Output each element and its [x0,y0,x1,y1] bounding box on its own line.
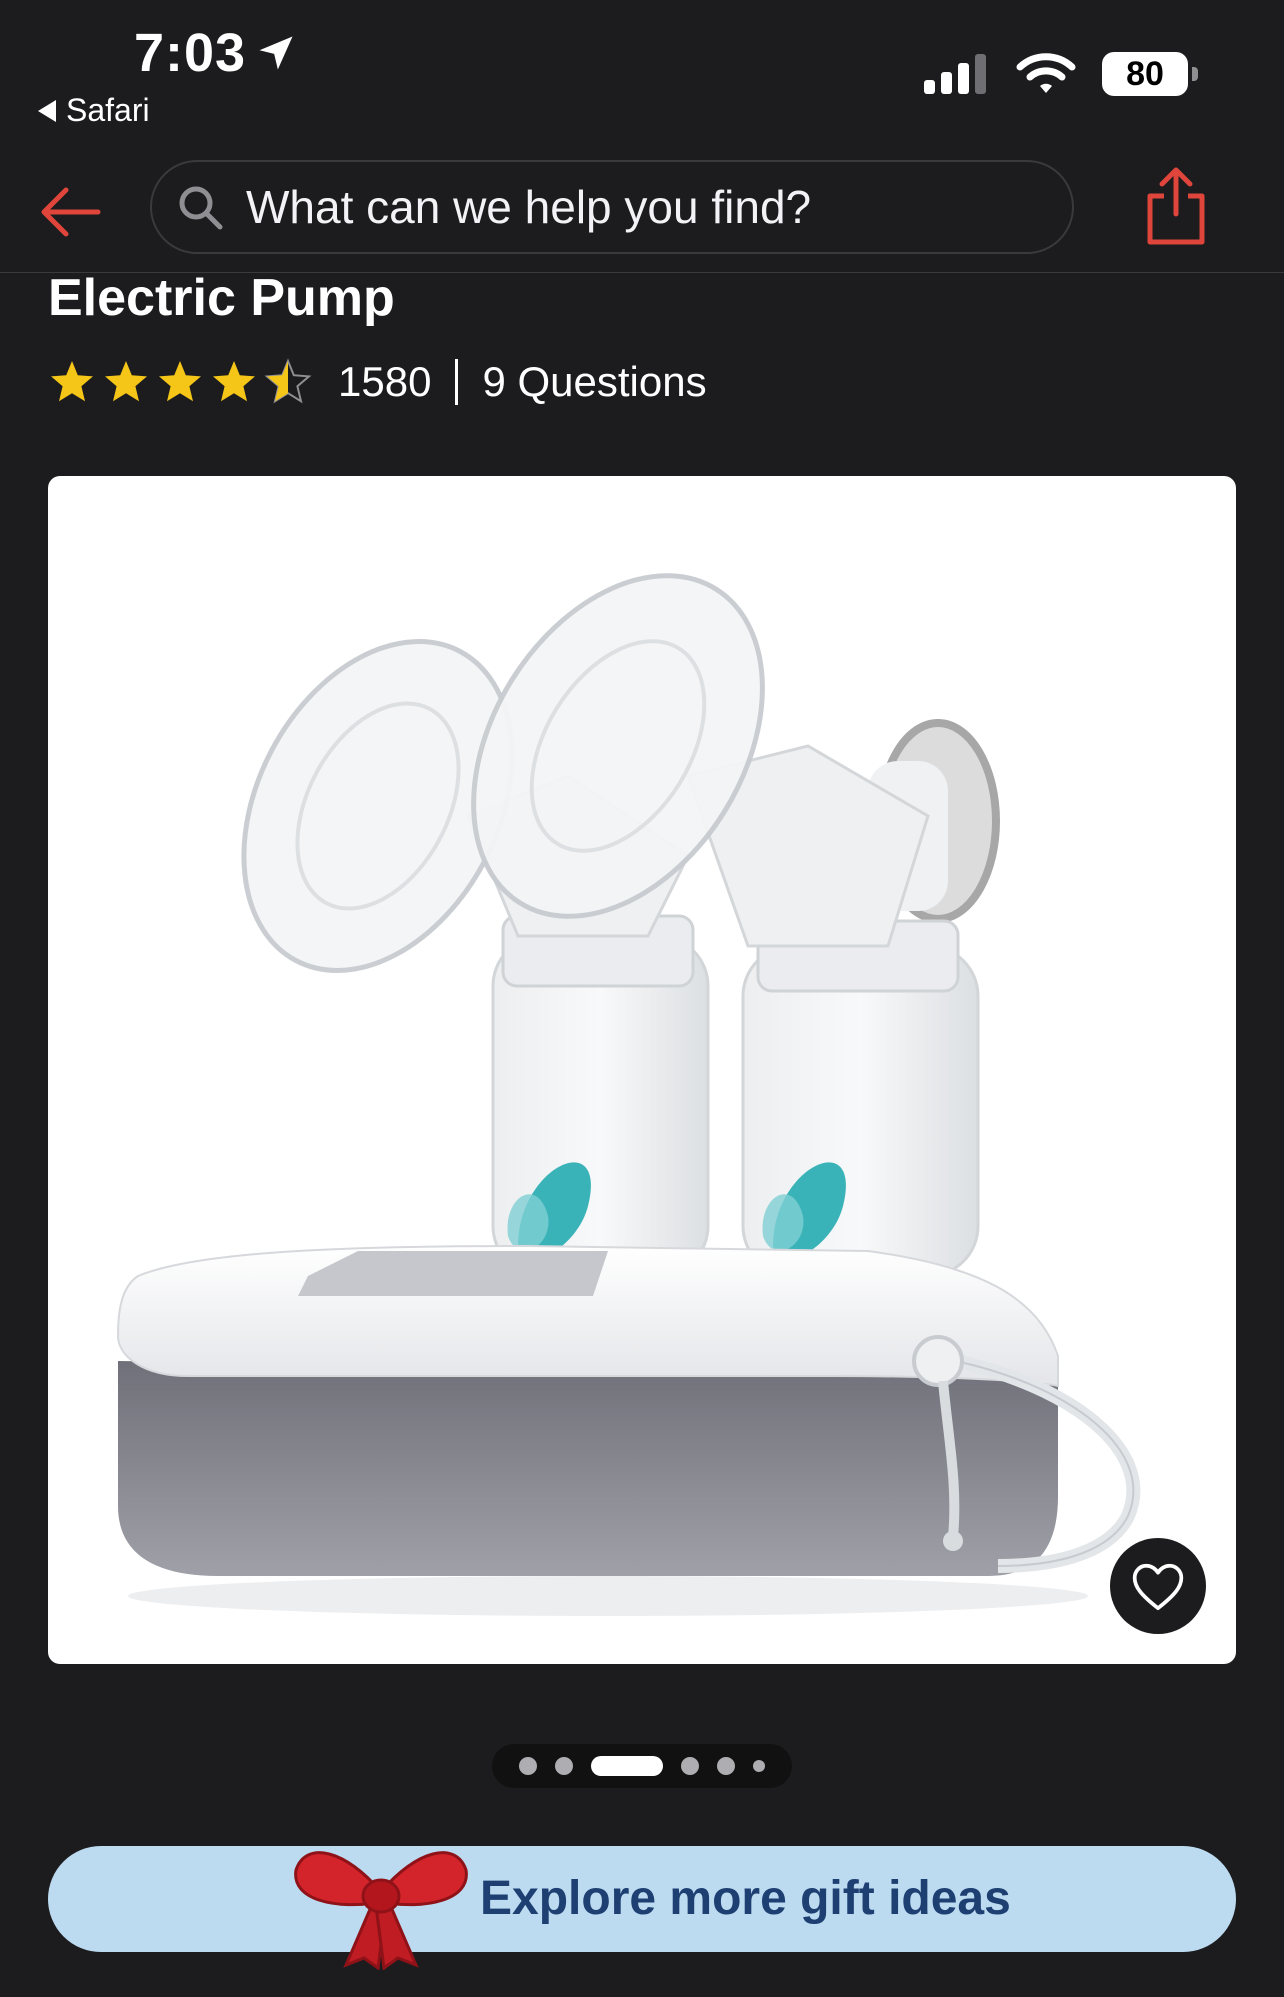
back-triangle-icon [38,99,56,122]
share-icon[interactable] [1144,166,1208,246]
carousel-indicator[interactable] [492,1744,792,1788]
product-image[interactable] [48,476,1236,1664]
carousel-dot[interactable] [681,1757,699,1775]
clock: 7:03 [134,22,298,84]
back-arrow-icon[interactable] [38,180,102,244]
gift-bow-icon [294,1851,468,1970]
clock-time: 7:03 [134,23,247,83]
location-arrow-icon [259,36,293,70]
heart-icon [1132,1563,1184,1611]
star-half-icon [264,358,312,404]
star-rating [48,358,312,406]
status-bar: 7:03 Safari 80 [0,0,1284,140]
gift-banner-label: Explore more gift ideas [480,1872,1011,1925]
search-icon [179,186,223,230]
star-full-icon [51,361,93,402]
rating-count: 1580 [338,358,432,405]
carousel-dot[interactable] [753,1760,765,1772]
back-app-label: Safari [66,92,150,128]
carousel-dot-active[interactable] [591,1756,663,1776]
battery-level: 80 [1126,54,1164,93]
cellular-signal-icon [924,54,986,94]
star-full-icon [105,361,147,402]
battery-indicator: 80 [1102,52,1198,96]
search-input[interactable]: What can we help you find? [150,160,1074,254]
product-title: Electric Pump [48,269,395,327]
nav-bar: What can we help you find? [0,152,1284,273]
back-to-app[interactable]: Safari [38,92,150,129]
rating-row[interactable]: 1580 9 Questions [48,354,707,410]
carousel-dot[interactable] [555,1757,573,1775]
questions-link[interactable]: 9 Questions [482,358,706,406]
status-icons: 80 [924,52,1198,96]
star-full-icon [213,361,255,402]
search-placeholder: What can we help you find? [246,181,812,233]
breast-pump-illustration [116,573,1141,1616]
favorite-button[interactable] [1110,1538,1206,1634]
star-full-icon [159,361,201,402]
gift-ideas-banner[interactable]: Explore more gift ideas [48,1846,1236,1970]
carousel-dot[interactable] [717,1757,735,1775]
rating-divider [455,359,459,405]
wifi-icon [1016,53,1076,93]
carousel-dot[interactable] [519,1757,537,1775]
